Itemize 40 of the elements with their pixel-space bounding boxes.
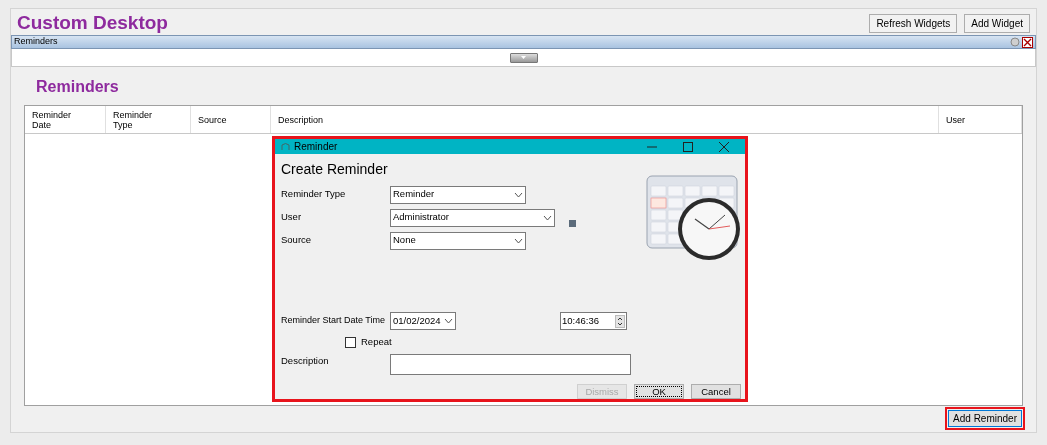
chevron-down-icon — [514, 237, 523, 244]
dialog-title: Reminder — [294, 140, 338, 154]
field-label: Source — [281, 233, 313, 248]
field-label: Reminder Type — [281, 187, 347, 202]
column-header[interactable]: Source — [198, 114, 248, 125]
checkbox[interactable] — [345, 336, 356, 348]
add-reminder-button[interactable]: Add Reminder — [948, 410, 1022, 427]
widget-heading: Reminders — [36, 77, 120, 97]
dialog-button[interactable]: OK — [634, 384, 684, 399]
caret-icon — [521, 56, 526, 59]
widget-title: Reminders — [14, 35, 58, 49]
status-square-icon — [569, 220, 576, 227]
column-header[interactable]: Description — [278, 114, 328, 125]
dropdown-field[interactable]: None — [390, 231, 526, 250]
date-picker[interactable]: 01/02/2024 — [390, 312, 456, 330]
field-label: User — [281, 210, 303, 225]
checkbox-label: Repeat — [361, 334, 392, 349]
field-label: Description — [281, 354, 330, 368]
close-icon[interactable] — [1022, 36, 1033, 48]
dropdown-field[interactable]: Reminder — [390, 185, 526, 204]
collapse-toggle[interactable] — [509, 52, 538, 63]
column-header[interactable]: Reminder Type — [113, 109, 163, 130]
page-title: Custom Desktop — [17, 10, 168, 35]
column-header[interactable]: User — [946, 114, 996, 125]
header-button[interactable]: Refresh Widgets — [869, 13, 958, 33]
chevron-down-icon — [444, 318, 453, 324]
header-button[interactable]: Add Widget — [964, 13, 1030, 33]
column-header[interactable]: Reminder Date — [32, 109, 82, 130]
spinner-icon[interactable] — [615, 314, 625, 328]
chevron-down-icon — [543, 214, 552, 221]
dialog-heading: Create Reminder — [281, 160, 389, 179]
close-icon[interactable] — [719, 141, 729, 152]
field-label: Reminder Start Date Time — [281, 314, 387, 328]
chevron-down-icon — [514, 191, 523, 198]
time-field[interactable]: 10:46:36 — [560, 312, 627, 330]
app-icon — [281, 142, 290, 151]
description-field[interactable] — [390, 354, 631, 375]
maximize-icon[interactable] — [683, 141, 693, 152]
dialog-button[interactable]: Cancel — [691, 384, 741, 399]
dropdown-field[interactable]: Administrator — [390, 208, 555, 227]
